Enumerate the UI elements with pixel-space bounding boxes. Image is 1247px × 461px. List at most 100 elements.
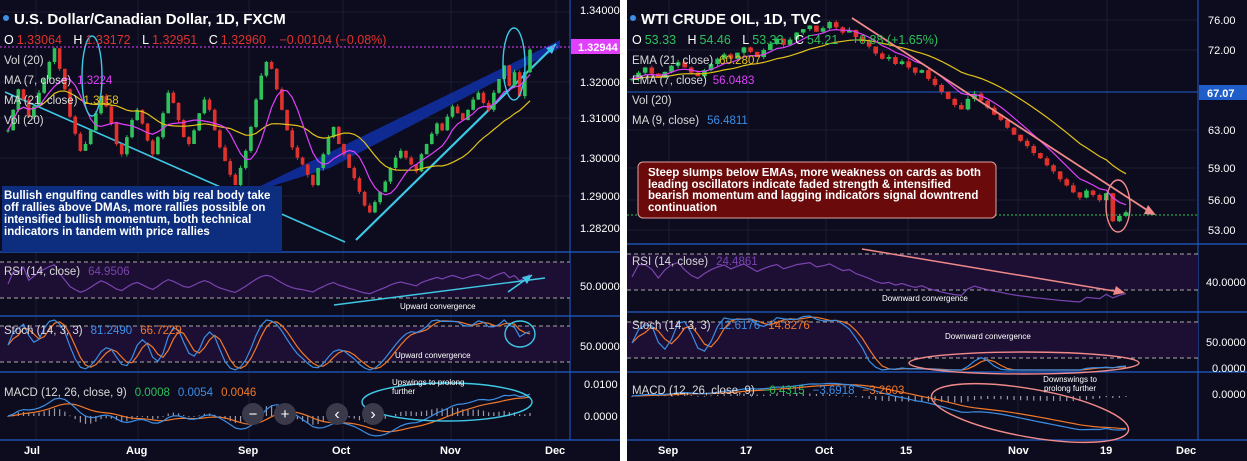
- wti-candle-body: [748, 47, 753, 52]
- wti-candle-body: [1117, 215, 1122, 222]
- scroll-right-button[interactable]: ›: [362, 403, 384, 425]
- usdcad-macd-bar: [59, 409, 61, 416]
- wti-macd-bar: [1026, 396, 1028, 401]
- wti-candle-body: [1064, 179, 1070, 186]
- usdcad-macd-bar: [43, 411, 45, 416]
- wti-macd-label: MACD (12, 26, close, 9): [632, 385, 755, 397]
- dual-chart-canvas: Bullish engulfing candles with big real …: [0, 0, 1247, 461]
- usdcad-candle-body: [254, 99, 258, 127]
- usdcad-rsi-axis-label: 50.0000: [580, 281, 620, 293]
- usdcad-macd-bar: [482, 410, 485, 416]
- usdcad-macd-bar: [493, 412, 495, 416]
- usdcad-macd-bar: [265, 406, 268, 416]
- wti-price-axis: 76.00 72.00 63.00 59.00 56.00 53.00: [1208, 15, 1236, 237]
- wti-open-value: 53.33: [645, 33, 676, 47]
- usdcad-candle-body: [176, 102, 181, 121]
- usdcad-candle-body: [357, 178, 362, 192]
- usdcad-candle-body: [295, 147, 300, 158]
- usdcad-candle-body: [311, 174, 315, 186]
- wti-title[interactable]: WTI CRUDE OIL, 1D, TVC: [641, 11, 821, 28]
- usdcad-title[interactable]: U.S. Dollar/Canadian Dollar, 1D, FXCM: [14, 11, 286, 28]
- usdcad-macd-bar: [183, 415, 185, 416]
- usdcad-candle-body: [259, 75, 264, 100]
- wti-macd-bar: [1006, 396, 1009, 400]
- wti-macd-bar: [756, 394, 758, 396]
- usdcad-candle-body: [476, 92, 481, 100]
- wti-stoch-d-value: 14.8276: [768, 320, 810, 332]
- wti-x-tick: Oct: [815, 445, 834, 457]
- usdcad-macd-bar: [420, 411, 423, 416]
- usdcad-candle-body: [94, 113, 98, 131]
- usdcad-candle-body: [326, 137, 331, 155]
- usdcad-change-value: −0.00104 (−0.08%): [279, 33, 386, 47]
- usdcad-ma21-value: 1.3158: [84, 95, 119, 107]
- usdcad-candle-body: [73, 116, 77, 134]
- wti-close-value: 54.21: [807, 33, 838, 47]
- wti-stoch-label: Stoch (14, 3, 3): [632, 320, 711, 332]
- usdcad-rsi-value: 64.9506: [88, 266, 130, 278]
- wti-candle-body: [642, 67, 648, 73]
- usdcad-candle-body: [249, 126, 253, 151]
- zoom-in-button[interactable]: +: [274, 403, 296, 425]
- wti-panel: Steep slumps below EMAs, more weakness o…: [627, 0, 1247, 461]
- zoom-out-button[interactable]: −: [242, 403, 264, 425]
- usdcad-close-value: 1.32960: [221, 33, 266, 47]
- usdcad-candle-body: [300, 157, 305, 165]
- wti-ema7-value: 56.0483: [713, 75, 755, 87]
- scroll-left-button[interactable]: ‹: [326, 403, 348, 425]
- usdcad-macd-bar: [498, 411, 500, 416]
- usdcad-x-tick: Jul: [24, 445, 40, 457]
- usdcad-macd-v3: 0.0046: [221, 387, 256, 399]
- usdcad-candle-body: [383, 181, 388, 192]
- wti-stoch-band: [627, 322, 1198, 358]
- usdcad-y-tick: 1.31000: [580, 113, 620, 125]
- wti-stoch-note: Downward convergence: [945, 332, 1031, 341]
- wti-high-label: H: [688, 33, 697, 47]
- wti-candle-body: [1024, 140, 1030, 147]
- wti-x-tick: Sep: [658, 445, 678, 457]
- usdcad-vol-legend: Vol (20): [4, 55, 44, 67]
- usdcad-stoch-label: Stoch (14, 3, 3): [4, 325, 83, 337]
- usdcad-candle-body: [212, 109, 217, 131]
- usdcad-candle-body: [528, 49, 532, 73]
- usdcad-macd-bar: [239, 416, 242, 423]
- wti-candle-body: [879, 53, 885, 59]
- wti-candle-body: [952, 98, 958, 106]
- usdcad-macd-bar: [519, 414, 521, 416]
- usdcad-ma7-label: MA (7, close): [4, 75, 71, 87]
- usdcad-macd-v1: 0.0008: [135, 387, 170, 399]
- usdcad-candle-body: [409, 157, 413, 165]
- wti-candle-body: [1090, 190, 1096, 195]
- wti-candle-body: [873, 46, 879, 54]
- usdcad-close-label: C: [209, 33, 218, 47]
- usdcad-macd-bar: [188, 416, 190, 417]
- wti-candle-body: [1011, 127, 1017, 135]
- wti-macd-bar: [987, 396, 989, 400]
- usdcad-y-tick: 1.34000: [580, 5, 620, 17]
- wti-macd-bar: [954, 396, 956, 403]
- wti-candle-body: [959, 105, 964, 110]
- usdcad-candle-body: [316, 167, 320, 186]
- wti-macd-bar: [1013, 396, 1015, 400]
- usdcad-candle-body: [57, 48, 62, 69]
- usdcad-candle-body: [192, 130, 196, 145]
- wti-price-tag-text: 67.07: [1207, 88, 1235, 100]
- wti-x-tick: Nov: [1008, 445, 1030, 457]
- usdcad-candle-body: [130, 120, 134, 138]
- usdcad-candle-body: [450, 106, 455, 117]
- usdcad-candle-body: [285, 109, 289, 131]
- usdcad-candle-body: [512, 72, 517, 86]
- wti-change-value: +0.88 (+1.65%): [852, 33, 938, 47]
- usdcad-candle-body: [367, 205, 372, 213]
- usdcad-y-tick: 1.28200: [580, 223, 620, 235]
- wti-symbol-dot: [630, 15, 636, 21]
- wti-candle-body: [906, 61, 911, 68]
- usdcad-macd-bar: [136, 416, 138, 418]
- usdcad-candle-body: [290, 130, 295, 148]
- usdcad-y-tick: 1.29000: [580, 191, 620, 203]
- usdcad-macd-bar: [395, 413, 397, 416]
- usdcad-open-value: 1.33064: [17, 33, 62, 47]
- usdcad-ohlc: O 1.33064 H 1.33172 L 1.32951 C 1.32960 −0.0…: [4, 33, 386, 47]
- usdcad-candle-body: [78, 133, 83, 151]
- wti-stoch-axis-label: 0.0000: [1212, 363, 1246, 375]
